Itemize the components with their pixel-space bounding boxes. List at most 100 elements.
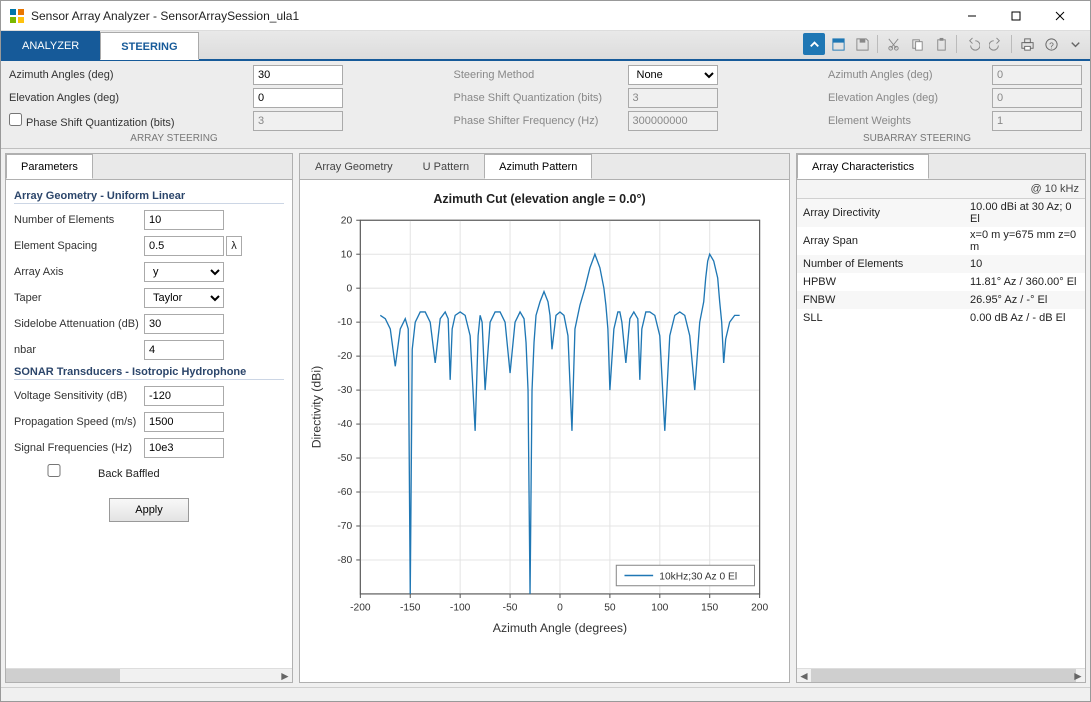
num-elements-input[interactable] xyxy=(144,210,224,230)
svg-text:10: 10 xyxy=(341,249,353,260)
close-button[interactable] xyxy=(1038,2,1082,30)
steering-panel: Azimuth Angles (deg) Steering Method Non… xyxy=(1,61,1090,149)
svg-text:-20: -20 xyxy=(337,351,352,362)
characteristics-panel: Array Characteristics @ 10 kHz Array Dir… xyxy=(796,153,1086,683)
svg-text:100: 100 xyxy=(651,602,668,613)
layout-icon[interactable] xyxy=(827,33,849,55)
svg-text:-50: -50 xyxy=(337,453,352,464)
element-spacing-input[interactable] xyxy=(144,236,224,256)
tab-azimuth-pattern[interactable]: Azimuth Pattern xyxy=(484,154,592,179)
svg-text:Directivity (dBi): Directivity (dBi) xyxy=(309,366,323,448)
svg-text:50: 50 xyxy=(604,602,616,613)
help-icon[interactable]: ? xyxy=(1040,33,1062,55)
svg-text:-150: -150 xyxy=(400,602,421,613)
char-value: 10.00 dBi at 30 Az; 0 El xyxy=(964,198,1085,227)
table-row: FNBW26.95° Az / -° El xyxy=(797,291,1085,309)
azimuth2-label: Azimuth Angles (deg) xyxy=(828,69,988,81)
svg-text:200: 200 xyxy=(751,602,768,613)
psq-input xyxy=(253,111,343,131)
char-scrollbar[interactable]: ◄► xyxy=(797,668,1085,682)
tab-analyzer[interactable]: ANALYZER xyxy=(1,31,100,59)
quick-access-toolbar: ? xyxy=(799,31,1090,59)
svg-text:-70: -70 xyxy=(337,521,352,532)
subarray-steering-section-label: SUBARRAY STEERING xyxy=(752,133,1082,144)
char-value: 26.95° Az / -° El xyxy=(964,291,1085,309)
elevation2-input xyxy=(992,88,1082,108)
tab-u-pattern[interactable]: U Pattern xyxy=(408,154,484,179)
array-steering-section-label: ARRAY STEERING xyxy=(9,133,339,144)
char-name: HPBW xyxy=(797,273,964,291)
save-icon[interactable] xyxy=(851,33,873,55)
nbar-input[interactable] xyxy=(144,340,224,360)
steering-method-label: Steering Method xyxy=(454,69,624,81)
array-axis-select[interactable]: y xyxy=(144,262,224,282)
cut-icon[interactable] xyxy=(882,33,904,55)
elevation-input[interactable] xyxy=(253,88,343,108)
psq-checkbox[interactable] xyxy=(9,113,22,126)
psq-check-wrap[interactable]: Phase Shift Quantization (bits) xyxy=(9,113,249,129)
back-baffled-wrap[interactable]: Back Baffled xyxy=(14,464,160,480)
back-baffled-checkbox[interactable] xyxy=(14,464,94,477)
vsens-input[interactable] xyxy=(144,386,224,406)
apply-button[interactable]: Apply xyxy=(109,498,189,522)
paste-icon[interactable] xyxy=(930,33,952,55)
print-icon[interactable] xyxy=(1016,33,1038,55)
svg-text:-200: -200 xyxy=(350,602,371,613)
svg-text:20: 20 xyxy=(341,215,353,226)
tab-array-characteristics[interactable]: Array Characteristics xyxy=(797,154,929,179)
undo-icon[interactable] xyxy=(961,33,983,55)
psf-label: Phase Shifter Frequency (Hz) xyxy=(454,115,624,127)
redo-icon[interactable] xyxy=(985,33,1007,55)
char-name: Array Directivity xyxy=(797,198,964,227)
svg-text:-40: -40 xyxy=(337,419,352,430)
psq2-input xyxy=(628,88,718,108)
spacing-unit-button[interactable]: λ xyxy=(226,236,242,256)
azimuth-input[interactable] xyxy=(253,65,343,85)
char-value: x=0 m y=675 mm z=0 m xyxy=(964,227,1085,255)
propspeed-input[interactable] xyxy=(144,412,224,432)
table-row: Array Spanx=0 m y=675 mm z=0 m xyxy=(797,227,1085,255)
char-value: 11.81° Az / 360.00° El xyxy=(964,273,1085,291)
group-array-geometry: Array Geometry - Uniform Linear xyxy=(14,190,284,204)
table-row: Array Directivity10.00 dBi at 30 Az; 0 E… xyxy=(797,198,1085,227)
sigfreq-label: Signal Frequencies (Hz) xyxy=(14,442,144,454)
char-name: Number of Elements xyxy=(797,255,964,273)
sidelobe-attn-input[interactable] xyxy=(144,314,224,334)
sigfreq-input[interactable] xyxy=(144,438,224,458)
psq-check-label: Phase Shift Quantization (bits) xyxy=(26,117,175,129)
psf-input xyxy=(628,111,718,131)
tab-steering[interactable]: STEERING xyxy=(100,32,198,60)
tab-array-geometry[interactable]: Array Geometry xyxy=(300,154,408,179)
char-name: SLL xyxy=(797,309,964,327)
dropdown-icon[interactable] xyxy=(1064,33,1086,55)
collapse-ribbon-icon[interactable] xyxy=(803,33,825,55)
element-spacing-label: Element Spacing xyxy=(14,240,144,252)
app-logo-icon xyxy=(9,8,25,24)
taper-select[interactable]: Taylor xyxy=(144,288,224,308)
characteristics-table: @ 10 kHz Array Directivity10.00 dBi at 3… xyxy=(797,180,1085,327)
maximize-button[interactable] xyxy=(994,2,1038,30)
titlebar: Sensor Array Analyzer - SensorArraySessi… xyxy=(1,1,1090,31)
plot-panel: Array Geometry U Pattern Azimuth Pattern… xyxy=(299,153,790,683)
svg-text:0: 0 xyxy=(346,283,352,294)
sidelobe-attn-label: Sidelobe Attenuation (dB) xyxy=(14,318,144,330)
params-scrollbar[interactable]: ◄► xyxy=(6,668,292,682)
taper-label: Taper xyxy=(14,292,144,304)
svg-text:-30: -30 xyxy=(337,385,352,396)
ribbon-bar: ANALYZER STEERING ? xyxy=(1,31,1090,61)
weights-input xyxy=(992,111,1082,131)
char-header: @ 10 kHz xyxy=(964,180,1085,198)
minimize-button[interactable] xyxy=(950,2,994,30)
propspeed-label: Propagation Speed (m/s) xyxy=(14,416,144,428)
azimuth-label: Azimuth Angles (deg) xyxy=(9,69,249,81)
array-axis-label: Array Axis xyxy=(14,266,144,278)
svg-text:-100: -100 xyxy=(450,602,471,613)
elevation2-label: Elevation Angles (deg) xyxy=(828,92,988,104)
steering-method-select[interactable]: None xyxy=(628,65,718,85)
char-value: 0.00 dB Az / - dB El xyxy=(964,309,1085,327)
tab-parameters[interactable]: Parameters xyxy=(6,154,93,179)
copy-icon[interactable] xyxy=(906,33,928,55)
svg-text:-60: -60 xyxy=(337,487,352,498)
table-row: Number of Elements10 xyxy=(797,255,1085,273)
chart-title: Azimuth Cut (elevation angle = 0.0°) xyxy=(300,192,779,206)
